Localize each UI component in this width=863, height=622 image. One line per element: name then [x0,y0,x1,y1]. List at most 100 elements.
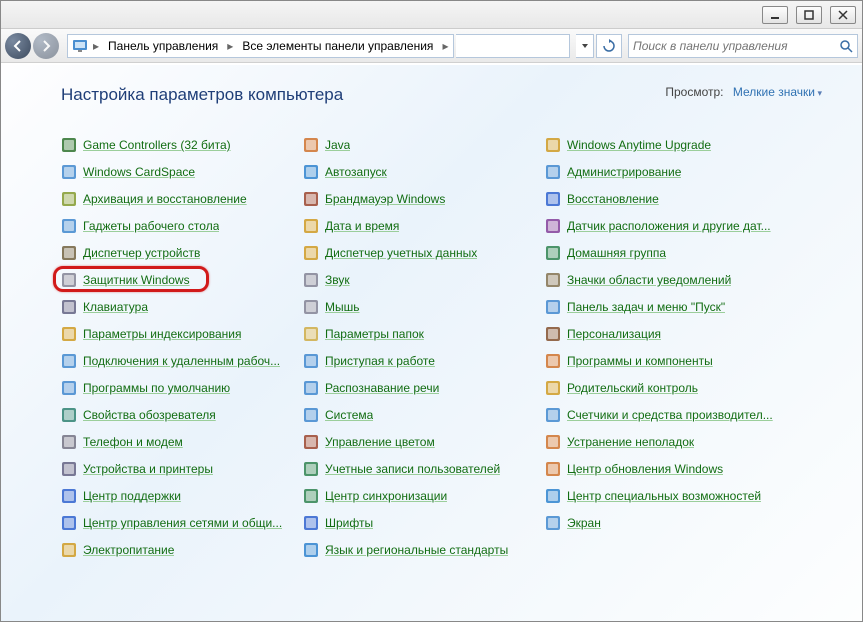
cp-item[interactable]: Диспетчер устройств [61,243,299,263]
back-button[interactable] [5,33,31,59]
cp-item[interactable]: Автозапуск [303,162,541,182]
maximize-button[interactable] [796,6,822,24]
chevron-right-icon[interactable]: ▸ [90,39,102,53]
cp-item-label: Программы по умолчанию [83,381,230,395]
cp-item-icon [303,434,319,450]
cp-item-icon [303,326,319,342]
cp-item[interactable]: Windows CardSpace [61,162,299,182]
cp-item-label: Мышь [325,300,360,314]
cp-item[interactable]: Администрирование [545,162,783,182]
search-input[interactable] [633,39,839,53]
refresh-button[interactable] [596,34,622,58]
cp-item-icon [61,461,77,477]
cp-item-icon [61,218,77,234]
cp-item-icon [545,218,561,234]
cp-item-label: Родительский контроль [567,381,698,395]
cp-item[interactable]: Учетные записи пользователей [303,459,541,479]
cp-item-label: Брандмауэр Windows [325,192,445,206]
close-button[interactable] [830,6,856,24]
search-box[interactable] [628,34,858,58]
cp-item-label: Диспетчер учетных данных [325,246,477,260]
cp-item-label: Автозапуск [325,165,387,179]
cp-item[interactable]: Электропитание [61,540,299,560]
breadcrumb-seg-2[interactable]: Все элементы панели управления [236,39,439,53]
cp-item-icon [303,299,319,315]
cp-item-icon [303,218,319,234]
chevron-right-icon[interactable]: ▸ [439,39,451,53]
chevron-right-icon[interactable]: ▸ [224,39,236,53]
cp-item[interactable]: Клавиатура [61,297,299,317]
cp-item[interactable]: Счетчики и средства производител... [545,405,783,425]
cp-item[interactable]: Защитник Windows [61,270,299,290]
breadcrumb[interactable]: ▸ Панель управления ▸ Все элементы панел… [67,34,454,58]
cp-item[interactable]: Центр управления сетями и общи... [61,513,299,533]
cp-item[interactable]: Параметры папок [303,324,541,344]
nav-bar: ▸ Панель управления ▸ Все элементы панел… [1,29,862,63]
heading-row: Настройка параметров компьютера Просмотр… [61,85,822,105]
cp-item[interactable]: Программы по умолчанию [61,378,299,398]
cp-item-label: Учетные записи пользователей [325,462,500,476]
cp-item[interactable]: Windows Anytime Upgrade [545,135,783,155]
cp-item[interactable]: Устранение неполадок [545,432,783,452]
cp-item[interactable]: Подключения к удаленным рабоч... [61,351,299,371]
cp-item[interactable]: Центр специальных возможностей [545,486,783,506]
cp-item-label: Приступая к работе [325,354,435,368]
cp-item[interactable]: Значки области уведомлений [545,270,783,290]
cp-item[interactable]: Экран [545,513,783,533]
cp-item[interactable]: Телефон и модем [61,432,299,452]
cp-item-label: Программы и компоненты [567,354,713,368]
forward-button[interactable] [33,33,59,59]
cp-item-label: Гаджеты рабочего стола [83,219,219,233]
cp-item[interactable]: Свойства обозревателя [61,405,299,425]
cp-item[interactable]: Домашняя группа [545,243,783,263]
cp-item-label: Система [325,408,373,422]
cp-item[interactable]: Параметры индексирования [61,324,299,344]
cp-item[interactable]: Центр обновления Windows [545,459,783,479]
cp-item-icon [545,299,561,315]
address-bar[interactable] [456,34,570,58]
cp-item[interactable]: Восстановление [545,189,783,209]
cp-item[interactable]: Управление цветом [303,432,541,452]
cp-item-icon [61,272,77,288]
cp-item[interactable]: Брандмауэр Windows [303,189,541,209]
cp-item[interactable]: Центр синхронизации [303,486,541,506]
cp-item-icon [545,191,561,207]
cp-item-label: Экран [567,516,601,530]
cp-item[interactable]: Архивация и восстановление [61,189,299,209]
cp-item-icon [303,137,319,153]
cp-item[interactable]: Родительский контроль [545,378,783,398]
cp-item[interactable]: Шрифты [303,513,541,533]
breadcrumb-seg-1[interactable]: Панель управления [102,39,224,53]
cp-item[interactable]: Приступая к работе [303,351,541,371]
cp-item-label: Защитник Windows [83,273,190,287]
cp-item[interactable]: Распознавание речи [303,378,541,398]
cp-item[interactable]: Язык и региональные стандарты [303,540,541,560]
cp-item-icon [61,434,77,450]
cp-item[interactable]: Персонализация [545,324,783,344]
cp-item-label: Центр обновления Windows [567,462,723,476]
cp-item[interactable]: Звук [303,270,541,290]
cp-item[interactable]: Центр поддержки [61,486,299,506]
cp-item[interactable]: Мышь [303,297,541,317]
address-dropdown[interactable] [576,34,594,58]
cp-item-label: Центр специальных возможностей [567,489,761,503]
cp-item[interactable]: Датчик расположения и другие дат... [545,216,783,236]
view-mode-dropdown[interactable]: Мелкие значки [733,85,822,99]
cp-item[interactable]: Java [303,135,541,155]
cp-item-icon [545,380,561,396]
page-title: Настройка параметров компьютера [61,85,343,105]
cp-item-label: Game Controllers (32 бита) [83,138,231,152]
cp-item[interactable]: Game Controllers (32 бита) [61,135,299,155]
cp-item[interactable]: Дата и время [303,216,541,236]
cp-item[interactable]: Устройства и принтеры [61,459,299,479]
cp-item[interactable]: Гаджеты рабочего стола [61,216,299,236]
minimize-button[interactable] [762,6,788,24]
cp-item[interactable]: Диспетчер учетных данных [303,243,541,263]
cp-item[interactable]: Система [303,405,541,425]
cp-item-icon [545,137,561,153]
cp-item-icon [61,245,77,261]
cp-item-label: Звук [325,273,350,287]
cp-item[interactable]: Программы и компоненты [545,351,783,371]
cp-item-label: Параметры индексирования [83,327,241,341]
cp-item[interactable]: Панель задач и меню "Пуск" [545,297,783,317]
